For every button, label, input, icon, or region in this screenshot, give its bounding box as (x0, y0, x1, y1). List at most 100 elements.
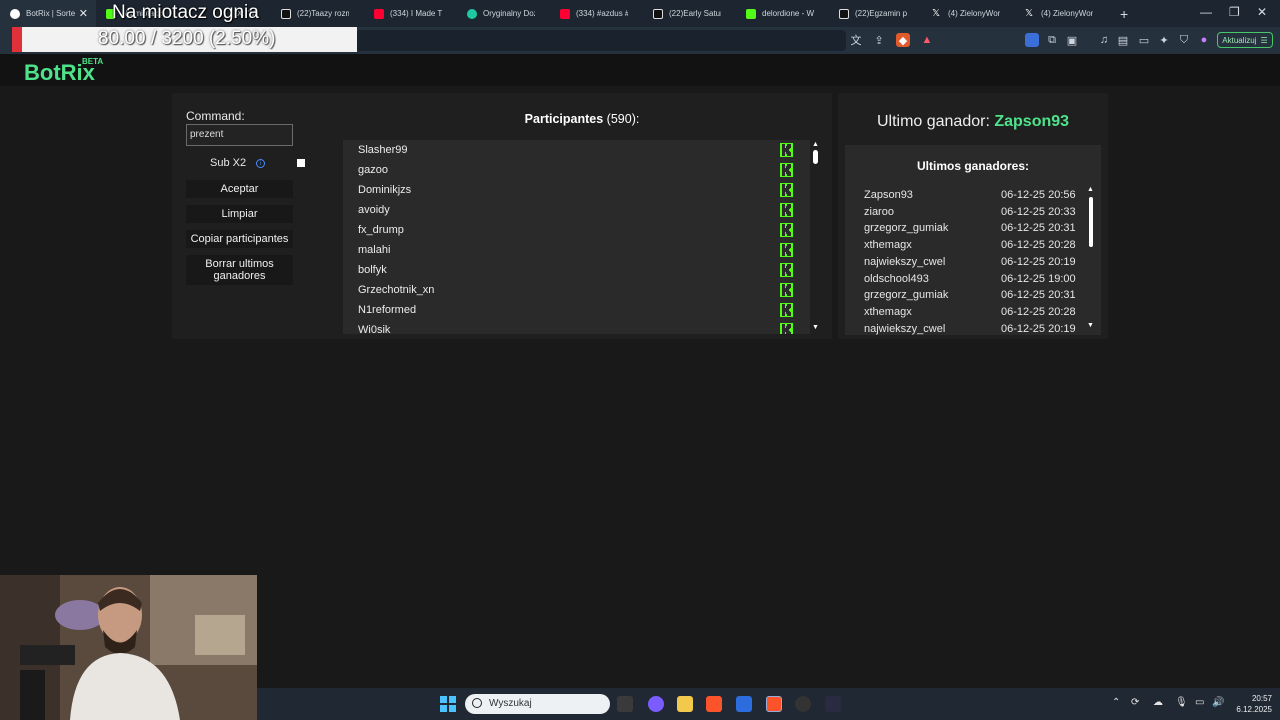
winner-row: oldschool493 06-12-25 19:00 (864, 273, 1089, 285)
copilot-icon[interactable] (648, 696, 664, 712)
scroll-up-icon[interactable]: ▲ (812, 141, 819, 148)
tab-x-2[interactable]: 𝕏 (4) ZielonyWons (1015, 0, 1108, 27)
participant-name: Dominikjzs (358, 184, 412, 196)
winner-row: najwiekszy_cwel 06-12-25 20:19 (864, 256, 1089, 268)
participant-row: Slasher99 (343, 140, 810, 160)
x-icon: 𝕏 (1025, 7, 1034, 19)
kick-icon (780, 263, 793, 277)
kick-icon (780, 323, 793, 334)
leo-ai-icon[interactable]: ✦ (1157, 33, 1171, 47)
sub-x2-label: Sub X2 (210, 157, 247, 169)
task-view-icon[interactable] (617, 696, 633, 712)
winner-name: najwiekszy_cwel (864, 322, 946, 335)
accept-button[interactable]: Aceptar (186, 180, 293, 198)
kick-icon (780, 243, 793, 257)
brave-rewards-icon[interactable]: ▲ (920, 33, 934, 47)
tab-youtube-1[interactable]: (334) I Made The (364, 0, 457, 27)
taskbar-search[interactable]: Wyszukaj (465, 694, 610, 714)
goal-progress-fill (12, 27, 22, 52)
tray-overflow-icon[interactable]: ⌃ (1112, 697, 1120, 708)
participant-row: Grzechotnik_xn (343, 280, 810, 300)
translate-icon[interactable]: 文 (849, 33, 863, 47)
winner-date: 06-12-25 20:19 (1001, 255, 1076, 268)
music-icon[interactable]: ♫ (1097, 33, 1111, 47)
onedrive-icon[interactable]: ☁ (1153, 697, 1163, 708)
clock-date: 6.12.2025 (1236, 705, 1272, 714)
tab-label: (22)Egzamin paris (855, 9, 907, 18)
goal-progress-text: 80.00 / 3200 (2.50%) (98, 28, 276, 49)
tab-kick-delordione[interactable]: delordione - Wat (736, 0, 829, 27)
sidebar-icon[interactable]: ▤ (1116, 33, 1130, 47)
winner-row: najwiekszy_cwel 06-12-25 20:19 (864, 323, 1089, 335)
winner-date: 06-12-25 20:31 (1001, 289, 1076, 302)
winner-name: xthemagx (864, 305, 912, 318)
share-icon[interactable]: ⇪ (872, 33, 886, 47)
winner-name: grzegorz_gumiak (864, 222, 949, 235)
kick-icon (780, 283, 793, 297)
participant-name: N1reformed (358, 304, 417, 316)
kick-icon (780, 203, 793, 217)
obs-icon[interactable] (795, 696, 811, 712)
winners-list[interactable]: Ultimos ganadores: Zapson93 06-12-25 20:5… (845, 145, 1101, 335)
volume-icon[interactable]: 🔊 (1212, 697, 1224, 708)
search-icon (472, 698, 482, 708)
participants-scrollbar[interactable] (810, 140, 822, 334)
store-icon[interactable] (736, 696, 752, 712)
participants-label: Participantes (524, 112, 604, 126)
update-button[interactable]: Aktualizuj ☰ (1217, 32, 1273, 48)
minimize-icon[interactable]: — (1200, 5, 1212, 19)
copy-participants-button[interactable]: Copiar participantes (186, 230, 293, 248)
maximize-icon[interactable]: ❐ (1229, 5, 1240, 19)
tab-tiktok-3[interactable]: (22)Egzamin paris (829, 0, 922, 27)
profile-icon[interactable]: ● (1197, 33, 1211, 47)
extension-icon[interactable] (1025, 33, 1039, 47)
file-explorer-icon[interactable] (677, 696, 693, 712)
tiktok-icon (653, 8, 663, 19)
brave-active-icon[interactable] (766, 696, 782, 712)
vpn-icon[interactable]: ⛉ (1177, 33, 1191, 47)
clear-button[interactable]: Limpiar (186, 205, 293, 223)
sub-x2-checkbox[interactable] (297, 159, 305, 167)
participant-name: bolfyk (358, 264, 387, 276)
winner-name: grzegorz_gumiak (864, 289, 949, 302)
tab-label: (334) #azdus #p (576, 9, 628, 18)
close-tab-icon[interactable]: ✕ (79, 7, 88, 20)
scroll-down-icon[interactable]: ▼ (812, 324, 819, 331)
participants-scroll-thumb[interactable] (813, 150, 818, 164)
taskbar-clock[interactable]: 20:57 6.12.2025 (1232, 693, 1272, 715)
brave-icon[interactable] (706, 696, 722, 712)
tab-oryginalny[interactable]: Oryginalny Dozy (457, 0, 550, 27)
tab-x-1[interactable]: 𝕏 (4) ZielonyWons (922, 0, 1015, 27)
wallet-icon[interactable]: ▭ (1137, 33, 1151, 47)
winners-scroll-thumb[interactable] (1089, 197, 1093, 247)
network-icon[interactable]: ▭ (1195, 697, 1204, 708)
winner-row: xthemagx 06-12-25 20:28 (864, 239, 1089, 251)
kick-icon (780, 183, 793, 197)
tab-botrix[interactable]: BotRix | Sorte ✕ (0, 0, 96, 27)
tiktok-icon (281, 8, 291, 19)
winner-date: 06-12-25 19:00 (1001, 272, 1076, 285)
winner-row: xthemagx 06-12-25 20:28 (864, 306, 1089, 318)
scroll-up-icon[interactable]: ▲ (1087, 186, 1094, 193)
command-input[interactable]: prezent (186, 124, 293, 146)
windows-start-icon[interactable] (440, 696, 456, 712)
new-tab-icon[interactable]: + (1120, 6, 1128, 22)
participants-list[interactable]: Slasher99 gazoo Dominikjzs avoidy fx_drump ma… (343, 140, 810, 334)
tab-tiktok-2[interactable]: (22)Early Saturda (643, 0, 736, 27)
info-icon[interactable]: i (256, 159, 265, 168)
participant-row: fx_drump (343, 220, 810, 240)
winner-row: grzegorz_gumiak 06-12-25 20:31 (864, 222, 1089, 234)
app-icon[interactable] (825, 696, 841, 712)
screenshot-icon[interactable]: ▣ (1065, 33, 1079, 47)
delete-winners-button[interactable]: Borrar ultimos ganadores (186, 255, 293, 285)
tab-youtube-2[interactable]: (334) #azdus #p (550, 0, 643, 27)
address-field[interactable] (356, 30, 846, 51)
puzzle-icon[interactable]: ⧉ (1045, 33, 1059, 47)
youtube-icon (374, 8, 384, 19)
tab-tiktok-1[interactable]: (22)Taazy rozmov (271, 0, 364, 27)
brave-shield-icon[interactable]: ◆ (896, 33, 910, 47)
sync-icon[interactable]: ⟳ (1131, 697, 1139, 708)
microphone-icon[interactable]: 🎙 (1175, 697, 1188, 708)
scroll-down-icon[interactable]: ▼ (1087, 322, 1094, 329)
close-window-icon[interactable]: ✕ (1257, 5, 1267, 19)
